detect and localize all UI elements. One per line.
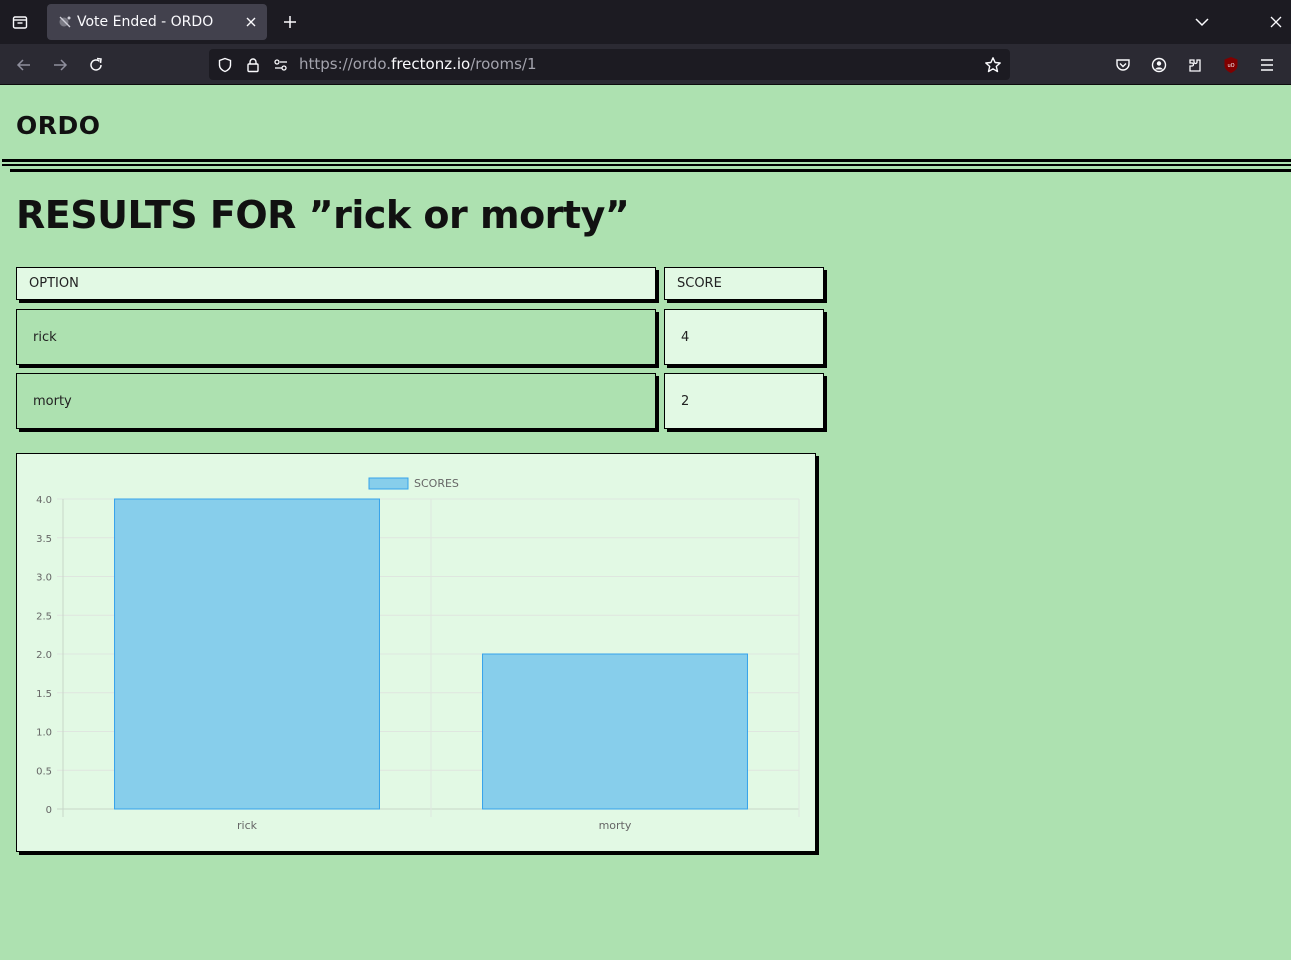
divider-line bbox=[2, 159, 1291, 162]
url-bar[interactable]: https://ordo.frectonz.io/rooms/1 bbox=[209, 49, 1010, 80]
y-tick-label: 0.5 bbox=[36, 766, 52, 777]
scores-chart: 0 0.5 1.0 1.5 2.0 2.5 3.0 3.5 4.0 rick morty SCORES bbox=[16, 453, 816, 852]
y-tick-label: 1.5 bbox=[36, 689, 52, 700]
account-icon[interactable] bbox=[1148, 54, 1170, 76]
firefox-view-icon[interactable] bbox=[8, 11, 32, 33]
x-tick-label: rick bbox=[237, 819, 258, 832]
legend-swatch bbox=[368, 477, 409, 490]
bookmark-star-icon[interactable] bbox=[984, 56, 1002, 74]
y-tick-label: 3.5 bbox=[36, 534, 52, 545]
browser-nav-bar: https://ordo.frectonz.io/rooms/1 uO bbox=[0, 44, 1291, 85]
y-tick-label: 3.0 bbox=[36, 573, 52, 584]
bar-rick bbox=[114, 498, 380, 810]
new-tab-icon[interactable] bbox=[280, 12, 300, 32]
bar-morty bbox=[482, 653, 748, 810]
table-header-option: OPTION bbox=[16, 267, 656, 300]
y-tick-label: 2.5 bbox=[36, 611, 52, 622]
extensions-puzzle-icon[interactable] bbox=[1184, 54, 1206, 76]
url-text[interactable]: https://ordo.frectonz.io/rooms/1 bbox=[299, 55, 537, 73]
legend-label: SCORES bbox=[414, 477, 459, 490]
pocket-icon[interactable] bbox=[1112, 54, 1134, 76]
page-title: RESULTS FOR ”rick or morty” bbox=[16, 193, 630, 237]
tab-title: Vote Ended - ORDO bbox=[77, 14, 214, 30]
forward-arrow-icon[interactable] bbox=[49, 54, 71, 76]
tracking-protection-shield-icon[interactable] bbox=[216, 56, 234, 74]
table-cell-score: 2 bbox=[664, 373, 824, 429]
list-all-tabs-chevron-icon[interactable] bbox=[1192, 12, 1212, 32]
x-tick-label: morty bbox=[599, 819, 632, 832]
y-tick-label: 0 bbox=[46, 805, 52, 816]
site-permissions-icon[interactable] bbox=[272, 56, 290, 74]
lock-icon[interactable] bbox=[244, 56, 262, 74]
bar-chart-svg: 0 0.5 1.0 1.5 2.0 2.5 3.0 3.5 4.0 rick morty SCORES bbox=[36, 477, 800, 832]
y-tick-label: 4.0 bbox=[36, 495, 52, 506]
ublock-origin-icon[interactable]: uO bbox=[1220, 54, 1242, 76]
window-close-icon[interactable] bbox=[1266, 12, 1286, 32]
y-tick-label: 2.0 bbox=[36, 650, 52, 661]
reload-icon[interactable] bbox=[85, 54, 107, 76]
y-tick-label: 1.0 bbox=[36, 728, 52, 739]
browser-tab-active[interactable]: Vote Ended - ORDO bbox=[47, 4, 267, 40]
table-header-score: SCORE bbox=[664, 267, 824, 300]
table-cell-option: morty bbox=[16, 373, 656, 429]
tab-favicon-icon bbox=[57, 14, 73, 30]
app-logo[interactable]: ORDO bbox=[16, 111, 101, 140]
svg-text:uO: uO bbox=[1227, 63, 1234, 69]
divider-line bbox=[2, 164, 1291, 166]
tab-close-icon[interactable] bbox=[243, 14, 259, 30]
divider-line bbox=[10, 169, 1291, 172]
app-menu-hamburger-icon[interactable] bbox=[1256, 54, 1278, 76]
back-arrow-icon[interactable] bbox=[13, 54, 35, 76]
url-prefix: https://ordo. bbox=[299, 55, 392, 73]
page-content: ORDO RESULTS FOR ”rick or morty” OPTION … bbox=[0, 85, 1291, 960]
browser-tab-bar: Vote Ended - ORDO bbox=[0, 0, 1291, 44]
table-cell-score: 4 bbox=[664, 309, 824, 365]
url-host: frectonz.io bbox=[391, 55, 471, 73]
table-cell-option: rick bbox=[16, 309, 656, 365]
url-path: /rooms/1 bbox=[470, 55, 537, 73]
